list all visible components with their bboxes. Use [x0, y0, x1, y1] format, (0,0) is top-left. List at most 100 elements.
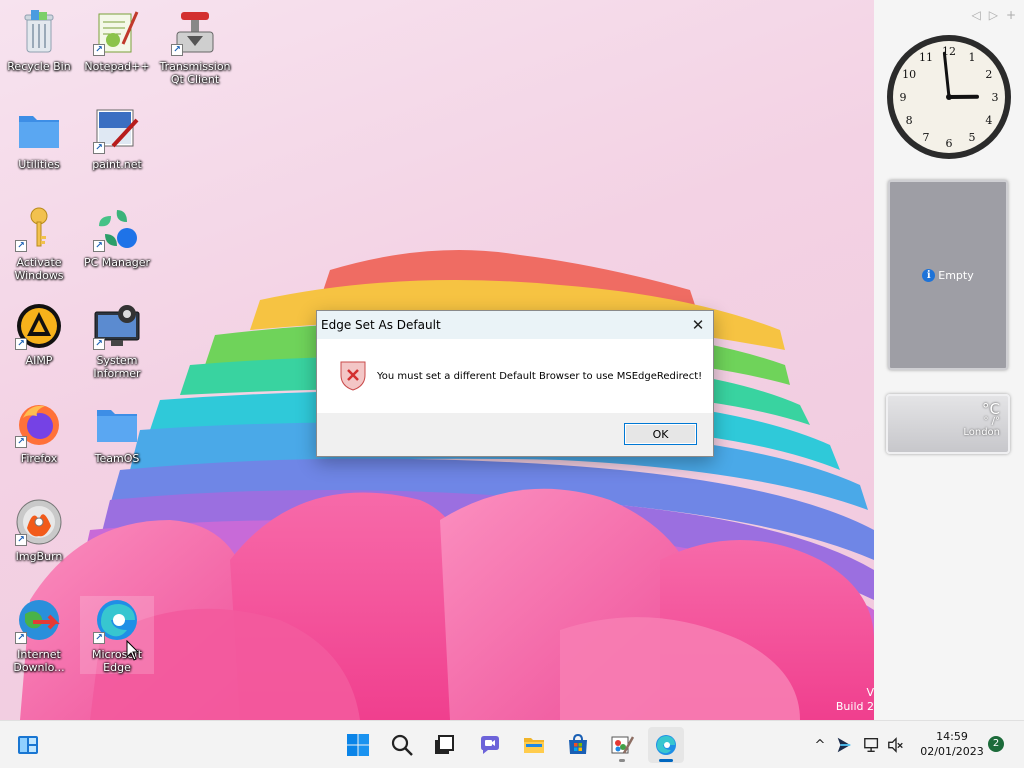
desktop-icon-label: AIMP	[25, 354, 53, 367]
desktop-icon-firefox[interactable]: ↗ Firefox	[2, 400, 76, 465]
desktop-icon-label: Recycle Bin	[7, 60, 71, 73]
paint-net-taskbar-button[interactable]	[604, 727, 640, 763]
desktop-icon-label: Microsoft Edge	[91, 648, 143, 674]
file-explorer-button[interactable]	[516, 727, 552, 763]
desktop-icon-activate-windows[interactable]: ↗ Activate Windows	[2, 204, 76, 282]
shortcut-arrow-icon: ↗	[93, 338, 105, 350]
shortcut-arrow-icon: ↗	[93, 44, 105, 56]
clock-number: 10	[902, 68, 916, 81]
dialog-message: You must set a different Default Browser…	[377, 371, 703, 382]
slideshow-gadget[interactable]: i Empty	[888, 180, 1008, 370]
desktop-icon-paint-net[interactable]: ↗ paint.net	[80, 106, 154, 171]
folder-icon	[15, 106, 63, 154]
shortcut-arrow-icon: ↗	[15, 632, 27, 644]
analog-clock: 12 1234567891011	[887, 35, 1011, 159]
widgets-icon	[18, 736, 38, 754]
clock-number: 2	[985, 68, 992, 81]
watermark-line-1: V	[866, 686, 874, 699]
show-hidden-icons-button[interactable]: ^	[810, 735, 830, 755]
paint-net-icon	[611, 736, 634, 754]
transmission-icon: ↗	[171, 8, 219, 56]
widgets-button[interactable]	[10, 727, 46, 763]
network-icon	[864, 738, 879, 752]
key-icon: ↗	[15, 204, 63, 252]
desktop-icon-label: Notepad++	[84, 60, 150, 73]
mouse-cursor-icon	[126, 640, 140, 661]
gadget-nav: ◁ ▷ +	[971, 8, 1016, 22]
gadget-add-button[interactable]: +	[1006, 8, 1016, 22]
desktop-icon-label: Transmission Qt Client	[159, 60, 231, 86]
desktop-icon-system-informer[interactable]: ↗ System Informer	[80, 302, 154, 380]
idm-globe-icon: ↗	[15, 596, 63, 644]
windows-start-icon	[347, 734, 369, 756]
file-explorer-icon	[524, 738, 544, 753]
dialog-title: Edge Set As Default	[321, 318, 441, 332]
shortcut-arrow-icon: ↗	[93, 142, 105, 154]
microsoft-edge-icon	[656, 735, 676, 755]
desktop-icon-label: Utilities	[18, 158, 60, 171]
taskbar-date: 02/01/2023	[920, 745, 984, 758]
shortcut-arrow-icon: ↗	[93, 240, 105, 252]
taskbar-time: 14:59	[936, 730, 968, 743]
clock-number: 9	[900, 91, 907, 104]
desktop-icon-teamos[interactable]: TeamOS	[80, 400, 154, 465]
dialog-footer: OK	[317, 413, 713, 456]
dialog-body: You must set a different Default Browser…	[317, 339, 713, 414]
dialog-close-button[interactable]: ✕	[683, 311, 713, 339]
tray-app-icon[interactable]	[834, 735, 854, 755]
chat-button[interactable]	[472, 727, 508, 763]
clock-number: 5	[969, 131, 976, 144]
task-view-button[interactable]	[426, 727, 462, 763]
shortcut-arrow-icon: ↗	[171, 44, 183, 56]
desktop-icon-notepad-plus-plus[interactable]: ↗ Notepad++	[80, 8, 154, 73]
weather-high-low: ° /°	[983, 416, 1000, 427]
volume-muted-icon	[888, 737, 903, 753]
desktop-icon-aimp[interactable]: ↗ AIMP	[2, 302, 76, 367]
gadget-prev-button[interactable]: ◁	[971, 8, 980, 22]
shortcut-arrow-icon: ↗	[15, 436, 27, 448]
volume-button[interactable]	[886, 735, 906, 755]
desktop-icon-label: Internet Downlo...	[13, 648, 65, 674]
desktop-icon-label: PC Manager	[83, 256, 151, 269]
notification-badge[interactable]: 2	[988, 736, 1004, 752]
microsoft-edge-icon: ↗	[93, 596, 141, 644]
paint-net-icon: ↗	[93, 106, 141, 154]
start-button[interactable]	[340, 727, 376, 763]
edge-set-as-default-dialog: Edge Set As Default ✕ You must set a dif…	[316, 310, 714, 457]
desktop-icon-label: ImgBurn	[15, 550, 63, 563]
desktop-icon-pc-manager[interactable]: ↗ PC Manager	[80, 204, 154, 269]
desktop-icon-utilities[interactable]: Utilities	[2, 106, 76, 171]
notepad-plus-plus-icon: ↗	[93, 8, 141, 56]
desktop-icon-label: paint.net	[92, 158, 142, 171]
clock-number: 3	[992, 91, 999, 104]
desktop-icon-recycle-bin[interactable]: Recycle Bin	[2, 8, 76, 73]
search-button[interactable]	[384, 727, 420, 763]
weather-temperature: °C	[982, 400, 1000, 418]
desktop-icon-microsoft-edge[interactable]: ↗ Microsoft Edge	[80, 596, 154, 674]
network-button[interactable]	[862, 735, 882, 755]
taskbar: ^ 14:59 02/01/2023 2	[0, 720, 1024, 768]
dialog-titlebar[interactable]: Edge Set As Default ✕	[317, 311, 713, 339]
desktop-icon-imgburn[interactable]: ↗ ImgBurn	[2, 498, 76, 563]
shortcut-arrow-icon: ↗	[93, 632, 105, 644]
clock-number: 11	[919, 51, 933, 64]
ok-button[interactable]: OK	[624, 423, 697, 445]
microsoft-edge-taskbar-button[interactable]	[648, 727, 684, 763]
clock-gadget[interactable]: 12 1 2 3 4 5 6 7 8 9 10 11	[886, 34, 1012, 160]
error-shield-icon	[339, 359, 367, 395]
weather-gadget[interactable]: °C ° /° London	[886, 394, 1010, 454]
desktop-icon-label: Firefox	[20, 452, 58, 465]
taskbar-clock[interactable]: 14:59 02/01/2023	[914, 729, 990, 759]
desktop-icon-internet-download-manager[interactable]: ↗ Internet Downlo...	[2, 596, 76, 674]
gadget-next-button[interactable]: ▷	[989, 8, 998, 22]
shortcut-arrow-icon: ↗	[15, 240, 27, 252]
search-icon	[391, 734, 413, 756]
pc-manager-icon: ↗	[93, 204, 141, 252]
slideshow-empty-label: Empty	[938, 268, 974, 282]
clock-number: 7	[923, 131, 930, 144]
clock-number: 4	[985, 114, 992, 127]
info-icon: i	[922, 268, 936, 282]
desktop-icon-transmission[interactable]: ↗ Transmission Qt Client	[158, 8, 232, 86]
recycle-bin-icon	[15, 8, 63, 56]
microsoft-store-button[interactable]	[560, 727, 596, 763]
